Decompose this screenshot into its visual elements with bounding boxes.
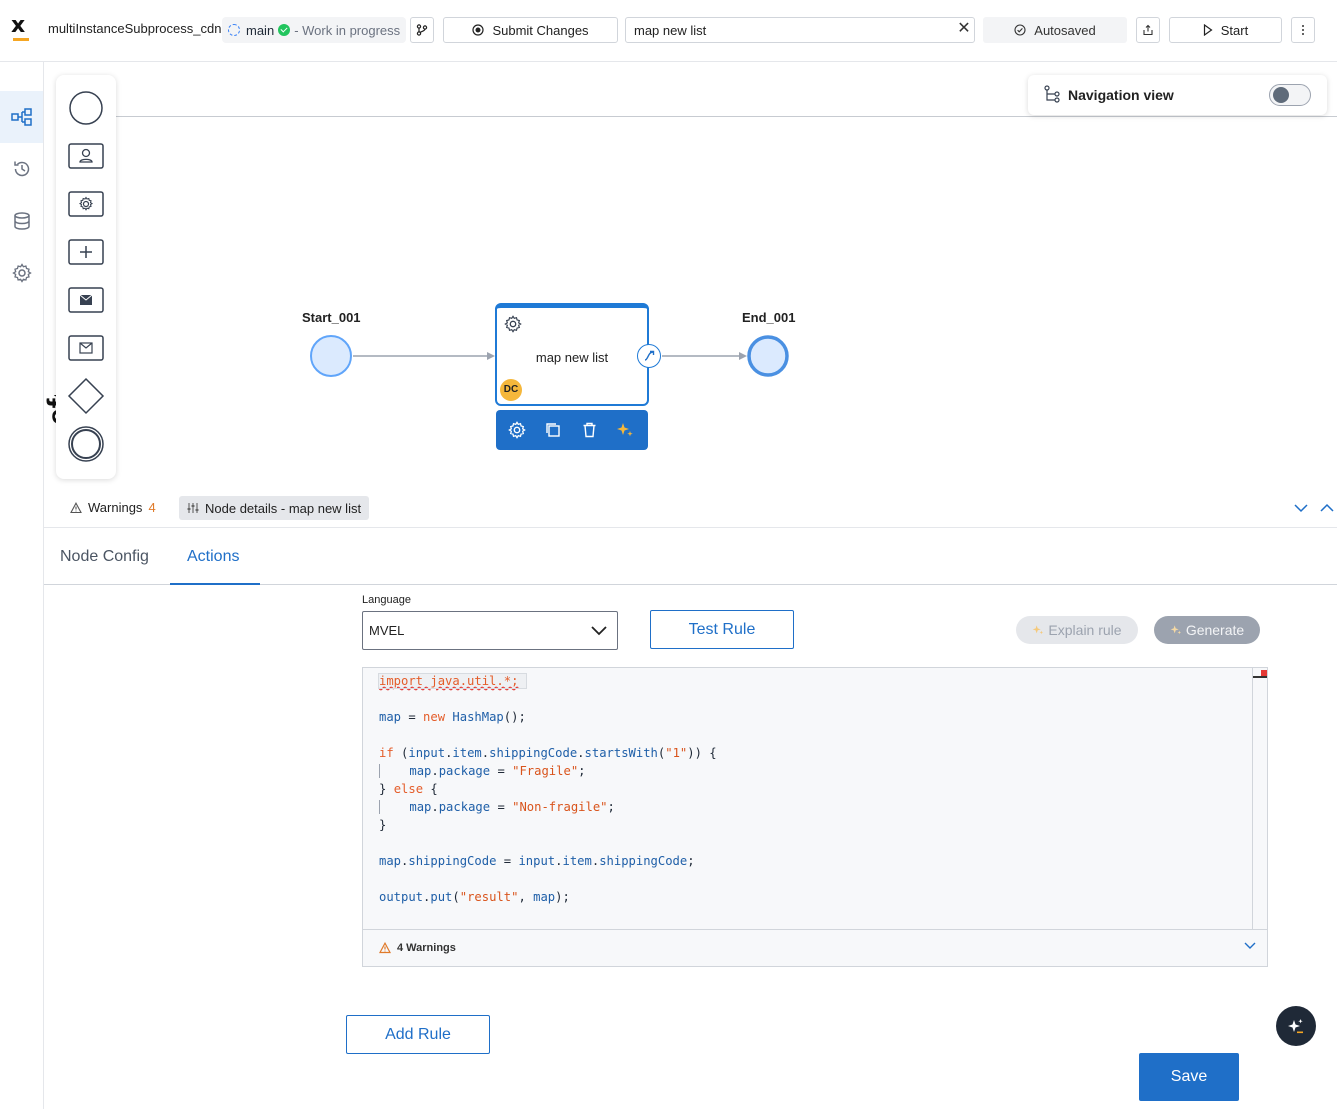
generate-label: Generate bbox=[1185, 622, 1245, 638]
explain-rule-label: Explain rule bbox=[1048, 622, 1122, 638]
code-line[interactable]: map.shippingCode = input.item.shippingCo… bbox=[379, 852, 717, 870]
gear-icon bbox=[504, 315, 522, 333]
code-content[interactable]: import java.util.*; map = new HashMap();… bbox=[378, 672, 717, 906]
sparkle-icon bbox=[1170, 625, 1181, 635]
navigation-view-label: Navigation view bbox=[1068, 87, 1174, 103]
chevron-down-icon[interactable] bbox=[1243, 940, 1257, 952]
sparkle-icon bbox=[617, 423, 633, 437]
chevron-down-icon[interactable] bbox=[1293, 500, 1309, 516]
palette-start-event[interactable] bbox=[66, 88, 106, 128]
warnings-count: 4 bbox=[148, 500, 156, 515]
palette-service-task[interactable] bbox=[66, 184, 106, 224]
code-editor[interactable]: import java.util.*; map = new HashMap();… bbox=[362, 667, 1268, 967]
node-toolbar bbox=[496, 410, 648, 450]
edge-arrow-end bbox=[739, 352, 747, 360]
node-settings-button[interactable] bbox=[506, 419, 528, 441]
error-marker bbox=[1253, 670, 1267, 678]
explain-rule-button[interactable]: Explain rule bbox=[1016, 616, 1138, 644]
warning-icon bbox=[70, 501, 82, 513]
code-line[interactable]: output.put("result", map); bbox=[379, 888, 717, 906]
diagram-svg bbox=[310, 335, 789, 377]
palette-end-event[interactable] bbox=[66, 424, 106, 464]
language-label: Language bbox=[362, 594, 411, 606]
end-circle-icon bbox=[68, 426, 104, 462]
sparkle-icon bbox=[1288, 1019, 1303, 1034]
copy-icon bbox=[546, 423, 560, 437]
warnings-tab[interactable]: Warnings 4 bbox=[70, 500, 156, 515]
language-value: MVEL bbox=[369, 623, 405, 638]
end-node-label: End_001 bbox=[742, 310, 796, 325]
start-event-node[interactable] bbox=[310, 335, 352, 377]
connector-handle[interactable] bbox=[637, 344, 661, 368]
code-line[interactable] bbox=[379, 726, 717, 744]
node-duplicate-button[interactable] bbox=[542, 419, 564, 441]
code-line[interactable]: map.package = "Non-fragile"; bbox=[379, 798, 717, 816]
connect-arrow-icon bbox=[644, 350, 655, 361]
add-rule-button[interactable]: Add Rule bbox=[346, 1015, 490, 1054]
test-rule-button[interactable]: Test Rule bbox=[650, 610, 794, 649]
code-line[interactable] bbox=[379, 690, 717, 708]
code-line[interactable] bbox=[379, 834, 717, 852]
end-event-node[interactable] bbox=[747, 335, 789, 377]
node-palette bbox=[56, 75, 116, 479]
chevron-up-icon[interactable] bbox=[1319, 500, 1335, 516]
code-line[interactable]: import java.util.*; bbox=[378, 672, 717, 690]
receive-message-icon bbox=[68, 335, 104, 361]
editor-scrollbar[interactable] bbox=[1252, 668, 1253, 929]
palette-user-task[interactable] bbox=[66, 136, 106, 176]
sparkle-icon bbox=[1033, 625, 1044, 635]
tab-node-config[interactable]: Node Config bbox=[60, 548, 149, 566]
service-task-icon bbox=[68, 191, 104, 217]
palette-subprocess[interactable] bbox=[66, 232, 106, 272]
code-line[interactable]: } else { bbox=[379, 780, 717, 798]
assignee-avatar: DC bbox=[500, 379, 522, 401]
editor-warnings-summary: 4 Warnings bbox=[379, 942, 456, 954]
navigation-tree-icon bbox=[1044, 85, 1060, 103]
navigation-view-toggle[interactable] bbox=[1269, 84, 1311, 106]
palette-gateway[interactable] bbox=[66, 376, 106, 416]
save-button[interactable]: Save bbox=[1139, 1053, 1239, 1101]
language-select[interactable]: MVEL bbox=[362, 611, 618, 650]
gear-icon bbox=[508, 421, 526, 439]
tab-actions[interactable]: Actions bbox=[187, 548, 239, 566]
node-details-label: Node details - map new list bbox=[205, 500, 362, 516]
send-message-icon bbox=[68, 287, 104, 313]
user-task-icon bbox=[68, 143, 104, 169]
code-line[interactable]: map.package = "Fragile"; bbox=[379, 762, 717, 780]
panel-tabs: Node Config Actions bbox=[44, 528, 1337, 585]
circle-icon bbox=[69, 91, 103, 125]
node-ai-button[interactable] bbox=[614, 419, 636, 441]
node-details-tab[interactable]: Node details - map new list bbox=[179, 496, 370, 520]
active-tab-indicator bbox=[170, 583, 260, 585]
generate-button[interactable]: Generate bbox=[1154, 616, 1260, 644]
code-line[interactable]: } bbox=[379, 816, 717, 834]
diamond-icon bbox=[67, 377, 105, 415]
warning-icon bbox=[379, 942, 391, 954]
task-node[interactable]: map new list DC bbox=[495, 303, 649, 406]
editor-warnings-footer[interactable]: 4 Warnings bbox=[363, 929, 1267, 966]
start-node-label: Start_001 bbox=[302, 310, 361, 325]
edge-arrow-start bbox=[487, 352, 495, 360]
ai-assistant-button[interactable] bbox=[1276, 1006, 1316, 1046]
subprocess-icon bbox=[68, 239, 104, 265]
code-line[interactable]: if (input.item.shippingCode.startsWith("… bbox=[379, 744, 717, 762]
node-delete-button[interactable] bbox=[578, 419, 600, 441]
bottom-panel-header: Warnings 4 Node details - map new list bbox=[44, 488, 1337, 528]
palette-send-task[interactable] bbox=[66, 280, 106, 320]
task-node-label: map new list bbox=[535, 350, 609, 365]
code-line[interactable]: map = new HashMap(); bbox=[379, 708, 717, 726]
navigation-view-panel: Navigation view bbox=[1028, 75, 1327, 115]
palette-receive-task[interactable] bbox=[66, 328, 106, 368]
sliders-icon bbox=[187, 503, 199, 513]
warnings-label: Warnings bbox=[88, 500, 143, 515]
code-line[interactable] bbox=[379, 870, 717, 888]
trash-icon bbox=[583, 422, 595, 438]
editor-warnings-label: 4 Warnings bbox=[397, 942, 456, 954]
chevron-down-icon bbox=[591, 626, 607, 636]
